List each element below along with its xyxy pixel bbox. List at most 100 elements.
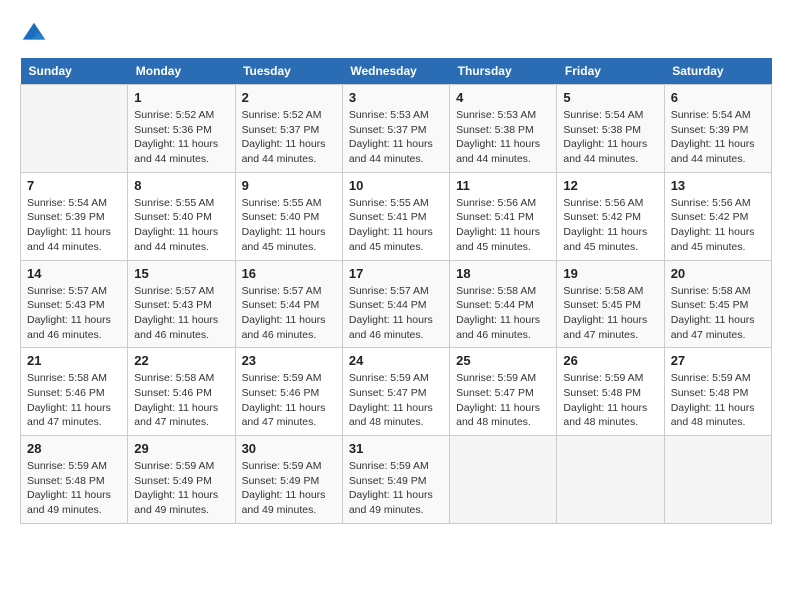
day-detail: Sunrise: 5:57 AMSunset: 5:44 PMDaylight:… (242, 284, 336, 343)
day-detail: Sunrise: 5:52 AMSunset: 5:37 PMDaylight:… (242, 108, 336, 167)
day-detail: Sunrise: 5:58 AMSunset: 5:45 PMDaylight:… (563, 284, 657, 343)
calendar-cell: 8 Sunrise: 5:55 AMSunset: 5:40 PMDaylight… (128, 172, 235, 260)
day-number: 17 (349, 266, 443, 281)
day-detail: Sunrise: 5:54 AMSunset: 5:39 PMDaylight:… (671, 108, 765, 167)
day-detail: Sunrise: 5:54 AMSunset: 5:38 PMDaylight:… (563, 108, 657, 167)
day-number: 8 (134, 178, 228, 193)
calendar-cell: 1 Sunrise: 5:52 AMSunset: 5:36 PMDaylight… (128, 85, 235, 173)
day-header-wednesday: Wednesday (342, 58, 449, 85)
day-number: 14 (27, 266, 121, 281)
calendar-cell: 20Sunrise: 5:58 AMSunset: 5:45 PMDayligh… (664, 260, 771, 348)
week-row-5: 28 Sunrise: 5:59 AMSunset: 5:48 PMDayligh… (21, 436, 772, 524)
day-detail: Sunrise: 5:56 AMSunset: 5:42 PMDaylight:… (671, 196, 765, 255)
day-detail: Sunrise: 5:52 AMSunset: 5:36 PMDaylight:… (134, 108, 228, 167)
calendar-cell: 6 Sunrise: 5:54 AMSunset: 5:39 PMDaylight… (664, 85, 771, 173)
day-detail: Sunrise: 5:55 AMSunset: 5:40 PMDaylight:… (242, 196, 336, 255)
calendar-cell: 16 Sunrise: 5:57 AMSunset: 5:44 PMDayligh… (235, 260, 342, 348)
day-detail: Sunrise: 5:55 AMSunset: 5:41 PMDaylight:… (349, 196, 443, 255)
calendar-cell: 24 Sunrise: 5:59 AMSunset: 5:47 PMDayligh… (342, 348, 449, 436)
day-number: 6 (671, 90, 765, 105)
day-number: 23 (242, 353, 336, 368)
day-number: 12 (563, 178, 657, 193)
calendar-cell: 5 Sunrise: 5:54 AMSunset: 5:38 PMDaylight… (557, 85, 664, 173)
page-header (20, 20, 772, 48)
calendar-cell: 7Sunrise: 5:54 AMSunset: 5:39 PMDaylight… (21, 172, 128, 260)
day-detail: Sunrise: 5:56 AMSunset: 5:41 PMDaylight:… (456, 196, 550, 255)
day-header-thursday: Thursday (450, 58, 557, 85)
day-number: 24 (349, 353, 443, 368)
day-number: 30 (242, 441, 336, 456)
day-number: 5 (563, 90, 657, 105)
day-detail: Sunrise: 5:53 AMSunset: 5:38 PMDaylight:… (456, 108, 550, 167)
logo (20, 20, 52, 48)
calendar-cell: 26 Sunrise: 5:59 AMSunset: 5:48 PMDayligh… (557, 348, 664, 436)
day-number: 9 (242, 178, 336, 193)
day-number: 7 (27, 178, 121, 193)
calendar-cell: 15 Sunrise: 5:57 AMSunset: 5:43 PMDayligh… (128, 260, 235, 348)
day-detail: Sunrise: 5:59 AMSunset: 5:49 PMDaylight:… (242, 459, 336, 518)
day-detail: Sunrise: 5:59 AMSunset: 5:47 PMDaylight:… (456, 371, 550, 430)
calendar-cell: 9 Sunrise: 5:55 AMSunset: 5:40 PMDaylight… (235, 172, 342, 260)
calendar-cell: 4 Sunrise: 5:53 AMSunset: 5:38 PMDaylight… (450, 85, 557, 173)
week-row-3: 14 Sunrise: 5:57 AMSunset: 5:43 PMDayligh… (21, 260, 772, 348)
day-detail: Sunrise: 5:57 AMSunset: 5:43 PMDaylight:… (134, 284, 228, 343)
day-detail: Sunrise: 5:59 AMSunset: 5:48 PMDaylight:… (671, 371, 765, 430)
calendar-cell: 2 Sunrise: 5:52 AMSunset: 5:37 PMDaylight… (235, 85, 342, 173)
day-number: 1 (134, 90, 228, 105)
day-detail: Sunrise: 5:59 AMSunset: 5:48 PMDaylight:… (27, 459, 121, 518)
logo-icon (20, 20, 48, 48)
calendar-cell (664, 436, 771, 524)
day-detail: Sunrise: 5:57 AMSunset: 5:44 PMDaylight:… (349, 284, 443, 343)
day-header-row: SundayMondayTuesdayWednesdayThursdayFrid… (21, 58, 772, 85)
day-header-saturday: Saturday (664, 58, 771, 85)
day-number: 16 (242, 266, 336, 281)
day-number: 13 (671, 178, 765, 193)
calendar-cell (557, 436, 664, 524)
calendar-cell: 25 Sunrise: 5:59 AMSunset: 5:47 PMDayligh… (450, 348, 557, 436)
calendar-table: SundayMondayTuesdayWednesdayThursdayFrid… (20, 58, 772, 524)
day-number: 22 (134, 353, 228, 368)
calendar-cell: 23 Sunrise: 5:59 AMSunset: 5:46 PMDayligh… (235, 348, 342, 436)
day-number: 29 (134, 441, 228, 456)
day-detail: Sunrise: 5:59 AMSunset: 5:48 PMDaylight:… (563, 371, 657, 430)
day-number: 20 (671, 266, 765, 281)
week-row-1: 1 Sunrise: 5:52 AMSunset: 5:36 PMDaylight… (21, 85, 772, 173)
calendar-cell: 13 Sunrise: 5:56 AMSunset: 5:42 PMDayligh… (664, 172, 771, 260)
day-number: 3 (349, 90, 443, 105)
day-detail: Sunrise: 5:58 AMSunset: 5:44 PMDaylight:… (456, 284, 550, 343)
calendar-cell: 17 Sunrise: 5:57 AMSunset: 5:44 PMDayligh… (342, 260, 449, 348)
day-header-sunday: Sunday (21, 58, 128, 85)
calendar-cell: 10Sunrise: 5:55 AMSunset: 5:41 PMDayligh… (342, 172, 449, 260)
day-number: 26 (563, 353, 657, 368)
day-number: 4 (456, 90, 550, 105)
calendar-cell (21, 85, 128, 173)
day-detail: Sunrise: 5:58 AMSunset: 5:46 PMDaylight:… (27, 371, 121, 430)
calendar-cell: 11 Sunrise: 5:56 AMSunset: 5:41 PMDayligh… (450, 172, 557, 260)
day-detail: Sunrise: 5:58 AMSunset: 5:46 PMDaylight:… (134, 371, 228, 430)
day-number: 21 (27, 353, 121, 368)
calendar-cell: 21 Sunrise: 5:58 AMSunset: 5:46 PMDayligh… (21, 348, 128, 436)
day-detail: Sunrise: 5:59 AMSunset: 5:46 PMDaylight:… (242, 371, 336, 430)
calendar-cell: 3Sunrise: 5:53 AMSunset: 5:37 PMDaylight… (342, 85, 449, 173)
calendar-cell: 29 Sunrise: 5:59 AMSunset: 5:49 PMDayligh… (128, 436, 235, 524)
day-detail: Sunrise: 5:59 AMSunset: 5:49 PMDaylight:… (134, 459, 228, 518)
calendar-cell (450, 436, 557, 524)
day-number: 28 (27, 441, 121, 456)
day-detail: Sunrise: 5:55 AMSunset: 5:40 PMDaylight:… (134, 196, 228, 255)
calendar-cell: 31 Sunrise: 5:59 AMSunset: 5:49 PMDayligh… (342, 436, 449, 524)
day-number: 2 (242, 90, 336, 105)
day-detail: Sunrise: 5:59 AMSunset: 5:49 PMDaylight:… (349, 459, 443, 518)
calendar-cell: 19 Sunrise: 5:58 AMSunset: 5:45 PMDayligh… (557, 260, 664, 348)
week-row-4: 21 Sunrise: 5:58 AMSunset: 5:46 PMDayligh… (21, 348, 772, 436)
day-detail: Sunrise: 5:59 AMSunset: 5:47 PMDaylight:… (349, 371, 443, 430)
day-number: 25 (456, 353, 550, 368)
day-detail: Sunrise: 5:56 AMSunset: 5:42 PMDaylight:… (563, 196, 657, 255)
calendar-cell: 28 Sunrise: 5:59 AMSunset: 5:48 PMDayligh… (21, 436, 128, 524)
day-number: 15 (134, 266, 228, 281)
day-number: 11 (456, 178, 550, 193)
calendar-cell: 22 Sunrise: 5:58 AMSunset: 5:46 PMDayligh… (128, 348, 235, 436)
day-number: 19 (563, 266, 657, 281)
day-detail: Sunrise: 5:57 AMSunset: 5:43 PMDaylight:… (27, 284, 121, 343)
calendar-cell: 12 Sunrise: 5:56 AMSunset: 5:42 PMDayligh… (557, 172, 664, 260)
day-number: 31 (349, 441, 443, 456)
